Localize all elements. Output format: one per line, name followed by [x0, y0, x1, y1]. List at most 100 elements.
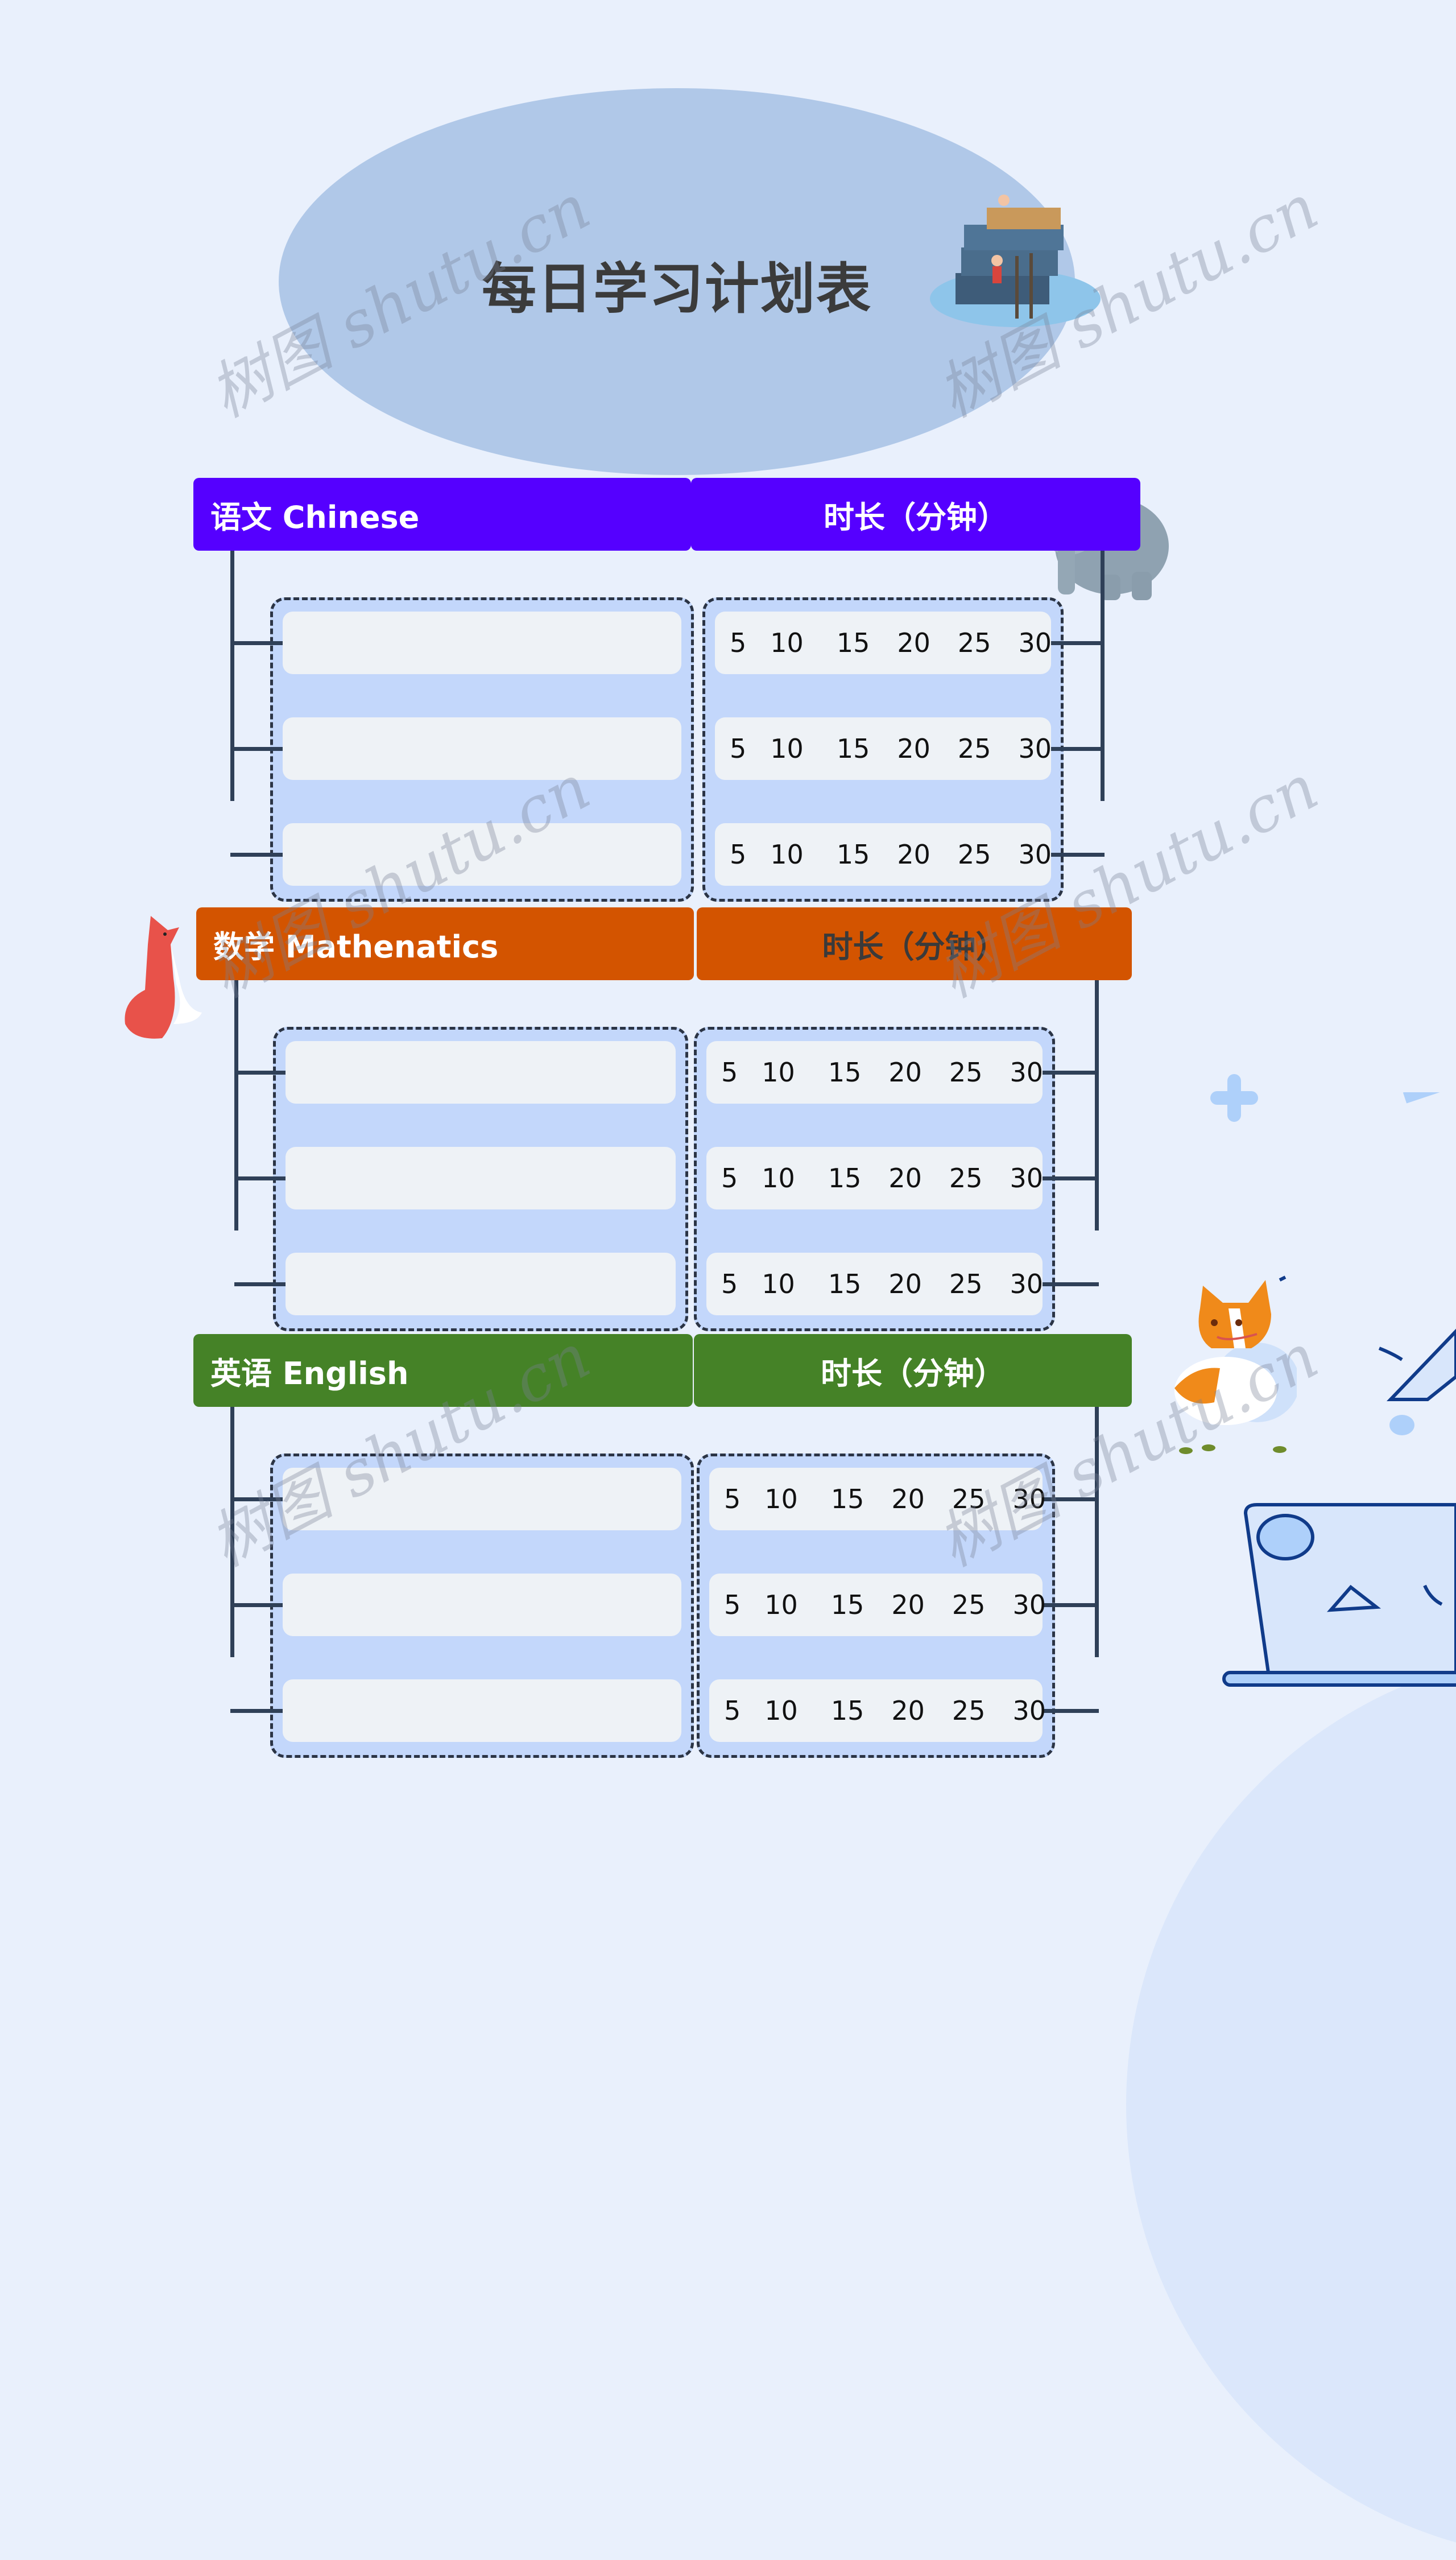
task-input-cell[interactable] [283, 1468, 681, 1530]
duration-option-15[interactable]: 15 [837, 733, 870, 764]
duration-option-25[interactable]: 25 [952, 1484, 986, 1514]
section-header-duration: 时长（分钟） [697, 907, 1132, 980]
duration-option-5[interactable]: 5 [730, 839, 746, 870]
duration-option-30[interactable]: 30 [1012, 1484, 1046, 1514]
branch-connector [1051, 747, 1105, 751]
branch-line-left [230, 551, 234, 801]
branch-connector [1043, 1282, 1099, 1286]
duration-option-10[interactable]: 10 [770, 839, 804, 870]
duration-option-20[interactable]: 20 [888, 1269, 922, 1299]
duration-option-30[interactable]: 30 [1012, 1695, 1046, 1726]
branch-line-right [1095, 980, 1099, 1231]
duration-option-15[interactable]: 15 [831, 1695, 864, 1726]
duration-option-5[interactable]: 5 [730, 627, 746, 658]
branch-connector [234, 1071, 286, 1075]
branch-connector [230, 747, 283, 751]
duration-option-25[interactable]: 25 [952, 1589, 986, 1620]
duration-option-10[interactable]: 10 [762, 1163, 795, 1194]
section-header-subject: 英语 English [193, 1334, 693, 1407]
duration-option-25[interactable]: 25 [952, 1695, 986, 1726]
duration-option-5[interactable]: 5 [730, 733, 746, 764]
branch-line-left [230, 1407, 234, 1657]
duration-options-cell: 5 10 15 20 25 30 [715, 717, 1052, 780]
branch-connector [1043, 1603, 1099, 1607]
task-input-cell[interactable] [283, 612, 681, 674]
duration-option-20[interactable]: 20 [897, 627, 930, 658]
duration-option-10[interactable]: 10 [770, 733, 804, 764]
duration-option-20[interactable]: 20 [888, 1057, 922, 1088]
branch-connector [230, 1603, 283, 1607]
duration-option-30[interactable]: 30 [1010, 1163, 1043, 1194]
duration-option-25[interactable]: 25 [949, 1269, 983, 1299]
task-input-cell[interactable] [283, 823, 681, 886]
branch-connector [1043, 1176, 1099, 1180]
branch-connector [1043, 1709, 1099, 1713]
duration-option-30[interactable]: 30 [1018, 627, 1052, 658]
duration-option-25[interactable]: 25 [949, 1057, 983, 1088]
branch-connector [1043, 1497, 1099, 1501]
branch-line-right [1101, 551, 1105, 801]
task-input-cell[interactable] [283, 1574, 681, 1636]
duration-option-25[interactable]: 25 [958, 839, 991, 870]
duration-option-15[interactable]: 15 [828, 1269, 862, 1299]
duration-options-cell: 5 10 15 20 25 30 [706, 1147, 1043, 1209]
duration-option-15[interactable]: 15 [831, 1589, 864, 1620]
duration-option-10[interactable]: 10 [770, 627, 804, 658]
branch-connector [1043, 1071, 1099, 1075]
section-header-subject: 数学 Mathenatics [196, 907, 694, 980]
laptop-icon [1222, 1092, 1456, 1687]
branch-line-left [234, 980, 238, 1231]
branch-connector [234, 1176, 286, 1180]
duration-option-20[interactable]: 20 [888, 1163, 922, 1194]
duration-option-25[interactable]: 25 [958, 733, 991, 764]
duration-options-cell: 5 10 15 20 25 30 [706, 1253, 1043, 1315]
duration-options-cell: 5 10 15 20 25 30 [709, 1574, 1046, 1636]
duration-option-5[interactable]: 5 [724, 1484, 741, 1514]
duration-options-cell: 5 10 15 20 25 30 [715, 823, 1052, 886]
duration-option-20[interactable]: 20 [891, 1695, 925, 1726]
task-input-cell[interactable] [286, 1253, 676, 1315]
duration-options-cell: 5 10 15 20 25 30 [709, 1468, 1046, 1530]
duration-option-10[interactable]: 10 [762, 1269, 795, 1299]
duration-option-15[interactable]: 15 [831, 1484, 864, 1514]
duration-option-15[interactable]: 15 [828, 1057, 862, 1088]
duration-option-30[interactable]: 30 [1010, 1269, 1043, 1299]
background-arc [1126, 1650, 1456, 2560]
task-input-cell[interactable] [286, 1147, 676, 1209]
duration-option-5[interactable]: 5 [721, 1057, 738, 1088]
duration-option-30[interactable]: 30 [1010, 1057, 1043, 1088]
duration-option-5[interactable]: 5 [724, 1695, 741, 1726]
duration-option-20[interactable]: 20 [897, 839, 930, 870]
branch-connector [230, 641, 283, 645]
duration-option-20[interactable]: 20 [891, 1589, 925, 1620]
duration-option-10[interactable]: 10 [764, 1695, 798, 1726]
duration-option-25[interactable]: 25 [949, 1163, 983, 1194]
branch-line-right [1095, 1407, 1099, 1657]
duration-option-20[interactable]: 20 [897, 733, 930, 764]
duration-option-30[interactable]: 30 [1018, 839, 1052, 870]
task-input-cell[interactable] [283, 1679, 681, 1742]
duration-options-cell: 5 10 15 20 25 30 [706, 1041, 1043, 1104]
duration-option-15[interactable]: 15 [837, 839, 870, 870]
duration-option-25[interactable]: 25 [958, 627, 991, 658]
duration-option-30[interactable]: 30 [1012, 1589, 1046, 1620]
branch-connector [1051, 853, 1105, 857]
duration-options-cell: 5 10 15 20 25 30 [715, 612, 1052, 674]
duration-option-10[interactable]: 10 [764, 1484, 798, 1514]
duration-option-5[interactable]: 5 [724, 1589, 741, 1620]
duration-option-10[interactable]: 10 [762, 1057, 795, 1088]
section-header-duration: 时长（分钟） [694, 1334, 1132, 1407]
duration-option-15[interactable]: 15 [828, 1163, 862, 1194]
page-title: 每日学习计划表 [482, 257, 872, 321]
branch-connector [230, 1709, 283, 1713]
duration-option-10[interactable]: 10 [764, 1589, 798, 1620]
task-input-cell[interactable] [283, 717, 681, 780]
branch-connector [1051, 641, 1105, 645]
duration-option-30[interactable]: 30 [1018, 733, 1052, 764]
section-header-subject: 语文 Chinese [193, 478, 691, 551]
duration-option-5[interactable]: 5 [721, 1269, 738, 1299]
duration-option-15[interactable]: 15 [837, 627, 870, 658]
task-input-cell[interactable] [286, 1041, 676, 1104]
duration-option-20[interactable]: 20 [891, 1484, 925, 1514]
duration-option-5[interactable]: 5 [721, 1163, 738, 1194]
